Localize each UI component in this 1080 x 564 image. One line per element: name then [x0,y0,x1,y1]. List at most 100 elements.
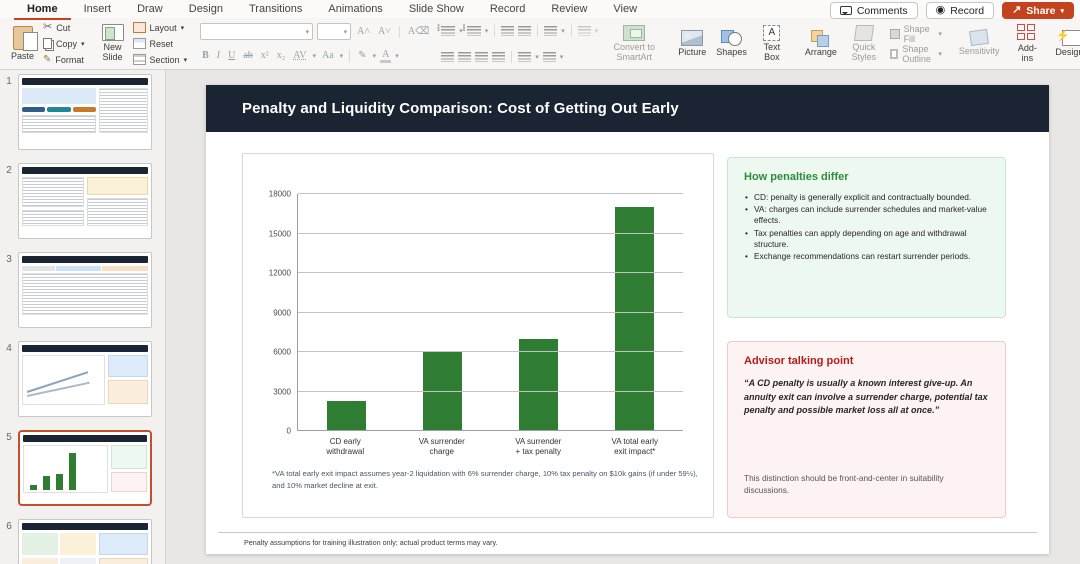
chevron-down-icon: ▾ [312,52,316,60]
chart-panel[interactable]: 0 3000 6000 9000 12000 15000 18000 CD early wi… [242,153,714,518]
slide-number: 5 [6,432,12,443]
arrange-button[interactable]: Arrange [801,29,841,59]
slide-2-preview[interactable] [18,163,152,239]
clear-formatting-button[interactable]: A⌫ [406,26,431,37]
shape-outline-icon [889,48,899,59]
x-axis-label: VA total early exit impact* [611,437,659,457]
bullet-item: Tax penalties can apply depending on age… [744,228,989,250]
slide-5-preview[interactable] [18,430,152,506]
decrease-indent-icon[interactable] [501,25,515,36]
font-name-select[interactable]: ▾ [200,23,314,40]
quick-styles-button[interactable]: Quick Styles [843,24,885,64]
text-direction-icon[interactable] [542,51,556,62]
thumbnail-slide-1[interactable]: 1 [0,74,165,150]
vertical-align-icon[interactable] [518,51,532,62]
layout-button[interactable]: Layout ▾ [130,20,191,35]
tab-slide-show[interactable]: Slide Show [396,0,477,20]
convert-to-smartart-button[interactable]: Convert to SmartArt [604,24,664,64]
paste-label: Paste [11,50,35,61]
tab-review[interactable]: Review [538,0,600,20]
columns-icon[interactable] [577,25,591,36]
line-spacing-icon[interactable] [544,25,558,36]
picture-button[interactable]: Picture [674,29,710,59]
strikethrough-button[interactable]: ab [241,50,254,61]
record-button[interactable]: ◉ Record [925,2,995,19]
advisor-note: This distinction should be front-and-cen… [744,473,944,495]
slide-title-banner[interactable]: Penalty and Liquidity Comparison: Cost o… [206,85,1049,132]
chart-bar-3[interactable] [519,338,559,431]
thumbnail-slide-3[interactable]: 3 [0,252,165,328]
cut-button[interactable]: ✂ Cut [40,20,88,35]
designer-button[interactable]: Designer [1051,29,1080,59]
slide-4-preview[interactable] [18,341,152,417]
bold-button[interactable]: B [200,50,211,61]
chevron-down-icon: ▾ [395,52,399,60]
format-painter-button[interactable]: ✎ Format [40,52,88,67]
decrease-font-button[interactable]: A˅ [376,26,393,37]
thumbnail-slide-5-selected[interactable]: 5 [0,430,165,506]
bullets-icon[interactable] [434,24,456,36]
sensitivity-button[interactable]: Sensitivity [955,28,1004,58]
share-button[interactable]: ↗ Share ▾ [1002,2,1074,19]
shape-outline-button[interactable]: Shape Outline ▾ [887,44,945,64]
increase-indent-icon[interactable] [518,25,532,36]
chart-bar-4[interactable] [615,207,655,431]
bullet-item: CD: penalty is generally explicit and co… [744,192,989,203]
align-left-icon[interactable] [441,51,455,62]
tab-insert[interactable]: Insert [71,0,125,20]
designer-icon [1056,29,1080,46]
shape-fill-button[interactable]: Shape Fill ▾ [887,24,945,44]
gridline [298,311,683,313]
slide-3-preview[interactable] [18,252,152,328]
slide-number: 6 [6,521,12,532]
thumbnail-slide-4[interactable]: 4 [0,341,165,417]
slide-1-preview[interactable] [18,74,152,150]
superscript-button[interactable]: x² [259,50,271,61]
character-spacing-button[interactable]: AV [291,50,308,61]
justify-icon[interactable] [492,51,506,62]
copy-button[interactable]: Copy ▾ [40,36,88,51]
advisor-talking-point-box[interactable]: Advisor talking point “A CD penalty is u… [727,341,1006,518]
comment-icon [839,6,852,15]
tab-design[interactable]: Design [176,0,236,20]
text-box-button[interactable]: A Text Box [753,24,791,64]
add-ins-button[interactable]: Add-ins [1013,23,1041,65]
tab-draw[interactable]: Draw [124,0,176,20]
paste-button[interactable]: Paste [7,25,38,63]
increase-font-button[interactable]: A˄ [355,26,372,37]
tab-animations[interactable]: Animations [315,0,395,20]
slide-footer-disclaimer[interactable]: Penalty assumptions for training illustr… [244,538,498,547]
bar-series [298,194,683,431]
section-icon [132,54,146,65]
slide-editing-area[interactable]: Penalty and Liquidity Comparison: Cost o… [206,85,1049,554]
slide-6-preview[interactable] [18,519,152,564]
subscript-button[interactable]: x₂ [275,50,288,61]
tab-home[interactable]: Home [14,0,71,20]
change-case-button[interactable]: Aa [320,50,336,61]
chart-bar-1[interactable] [326,401,366,431]
new-slide-button[interactable]: New Slide [98,23,128,64]
section-button[interactable]: Section ▾ [130,52,191,67]
how-penalties-differ-box[interactable]: How penalties differ CD: penalty is gene… [727,157,1006,318]
numbering-icon[interactable] [460,24,481,36]
comments-button[interactable]: Comments [829,2,918,19]
reset-button[interactable]: Reset [130,36,191,51]
text-highlight-button[interactable]: ✎ [356,50,368,61]
layout-icon [132,22,146,33]
underline-button[interactable]: U [226,50,237,61]
tab-transitions[interactable]: Transitions [236,0,315,20]
align-right-icon[interactable] [475,51,489,62]
font-size-select[interactable]: ▾ [317,23,352,40]
y-axis-tick-label: 15000 [268,229,291,238]
tab-record[interactable]: Record [477,0,538,20]
align-center-icon[interactable] [458,51,472,62]
shapes-button[interactable]: Shapes [712,29,751,59]
thumbnail-slide-2[interactable]: 2 [0,163,165,239]
font-color-button[interactable]: A [380,49,392,63]
italic-button[interactable]: I [215,50,222,61]
thumbnail-slide-6[interactable]: 6 [0,519,165,564]
titlebar-actions: Comments ◉ Record ↗ Share ▾ [829,2,1074,19]
advisor-talking-point-title: Advisor talking point [744,355,854,367]
tab-view[interactable]: View [600,0,650,20]
chart-footnote[interactable]: *VA total early exit impact assumes year… [272,468,700,492]
